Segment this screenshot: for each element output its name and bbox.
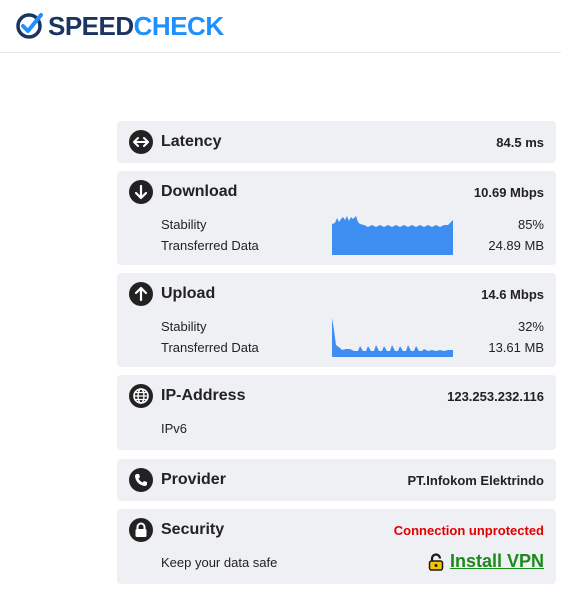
upload-speed: 14.6 Mbps	[481, 287, 544, 302]
security-title: Security	[161, 521, 225, 538]
security-subtitle: Keep your data safe	[161, 555, 278, 570]
arrows-horizontal-icon	[129, 130, 153, 154]
download-stability-value: 85%	[517, 217, 544, 232]
phone-icon	[129, 468, 153, 492]
download-title: Download	[161, 183, 238, 200]
logo-speed: SPEED	[48, 11, 134, 41]
download-transferred-value: 24.89 MB	[488, 238, 544, 253]
upload-stability-value: 32%	[517, 319, 544, 334]
install-vpn-label: Install VPN	[449, 551, 544, 571]
download-stability-label: Stability	[161, 217, 207, 232]
logo-text: SPEED CHECK	[48, 10, 224, 42]
ip-address-title: IP-Address	[161, 387, 246, 404]
check-circle-logo-icon	[16, 13, 43, 39]
provider-value: PT.Infokom Elektrindo	[407, 473, 544, 488]
install-vpn-link[interactable]: Install VPN	[428, 551, 544, 572]
header: SPEED CHECK	[0, 0, 561, 53]
ip-address-card: IP-Address 123.253.232.116 IPv6	[117, 375, 556, 450]
download-speed: 10.69 Mbps	[473, 185, 544, 200]
download-transferred-label: Transferred Data	[161, 238, 259, 253]
ip-address-value: 123.253.232.116	[447, 389, 544, 404]
globe-icon	[129, 384, 153, 408]
download-card: Download 10.69 Mbps Stability 85% Transf…	[117, 171, 556, 265]
logo-check: CHECK	[133, 11, 224, 41]
provider-title: Provider	[161, 471, 226, 488]
download-graph	[332, 216, 453, 255]
latency-card: Latency 84.5 ms	[117, 121, 556, 163]
latency-value: 84.5 ms	[496, 135, 544, 150]
latency-title: Latency	[161, 133, 222, 150]
provider-card: Provider PT.Infokom Elektrindo	[117, 459, 556, 501]
ip-version-label: IPv6	[161, 421, 188, 436]
upload-stability-label: Stability	[161, 319, 207, 334]
security-status: Connection unprotected	[393, 523, 544, 538]
security-card: Security Connection unprotected Keep you…	[117, 509, 556, 584]
upload-transferred-value: 13.61 MB	[488, 340, 544, 355]
upload-card: Upload 14.6 Mbps Stability 32% Transferr…	[117, 273, 556, 367]
upload-transferred-label: Transferred Data	[161, 340, 259, 355]
vpn-lock-icon	[428, 552, 444, 571]
upload-graph	[332, 318, 453, 357]
upload-title: Upload	[161, 285, 216, 302]
arrow-down-icon	[129, 180, 153, 204]
speedcheck-logo[interactable]: SPEED CHECK	[14, 10, 224, 42]
arrow-up-icon	[129, 282, 153, 306]
lock-icon	[129, 518, 153, 542]
